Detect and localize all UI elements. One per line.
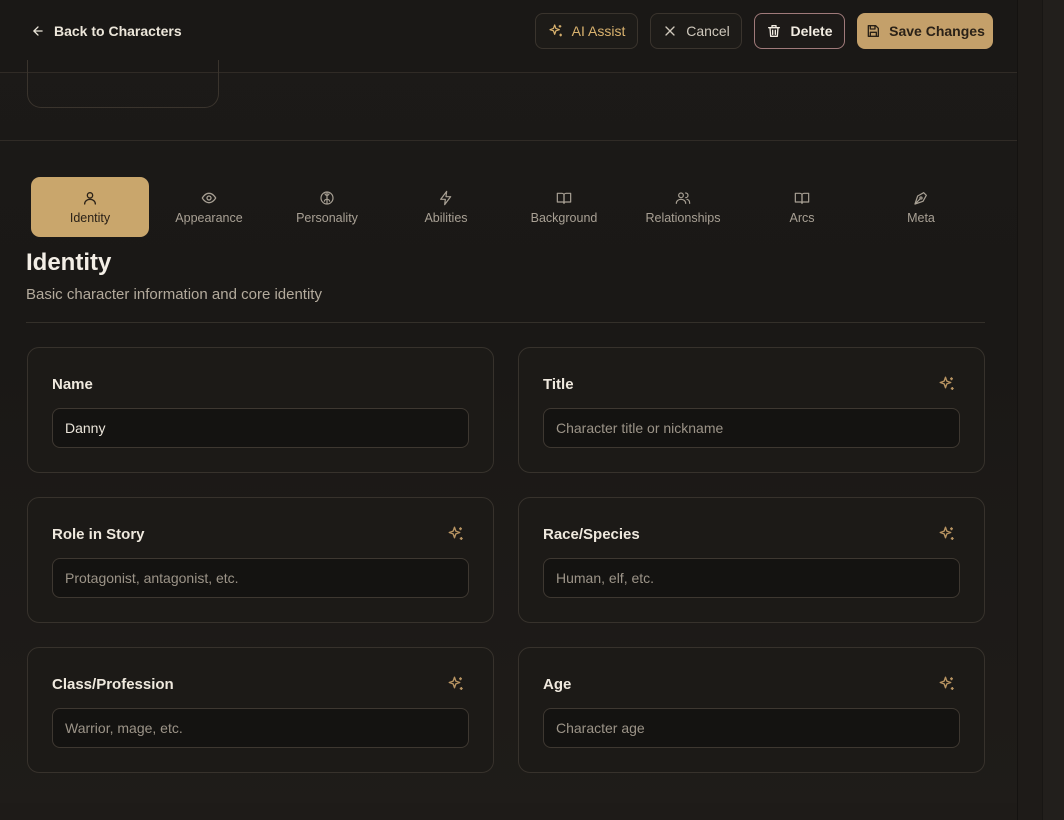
field-card-class: Class/Profession xyxy=(27,647,494,773)
tab-identity[interactable]: Identity xyxy=(31,177,149,237)
close-icon xyxy=(665,26,675,36)
field-label: Title xyxy=(543,376,574,393)
ai-assist-label: AI Assist xyxy=(571,23,626,39)
users-icon xyxy=(675,191,691,204)
cancel-button[interactable]: Cancel xyxy=(650,13,742,49)
ai-assist-button[interactable]: AI Assist xyxy=(535,13,638,49)
tab-abilities[interactable]: Abilities xyxy=(387,177,505,237)
heading-divider xyxy=(26,322,985,323)
tab-label: Relationships xyxy=(645,210,721,225)
sparkle-icon[interactable] xyxy=(447,675,465,693)
field-card-title: Title xyxy=(518,347,985,473)
field-label: Age xyxy=(543,676,572,693)
sparkle-icon[interactable] xyxy=(447,525,465,543)
section-divider xyxy=(0,140,1017,141)
role-input[interactable] xyxy=(52,558,469,598)
sparkle-icon[interactable] xyxy=(938,525,956,543)
brain-icon xyxy=(320,190,334,205)
cancel-label: Cancel xyxy=(686,23,730,39)
tab-personality[interactable]: Personality xyxy=(268,177,386,237)
tab-arcs[interactable]: Arcs xyxy=(743,177,861,237)
section-title: Identity xyxy=(26,249,112,276)
tab-label: Abilities xyxy=(424,210,468,225)
book-open-icon xyxy=(556,192,572,204)
class-profession-input[interactable] xyxy=(52,708,469,748)
sparkle-icon[interactable] xyxy=(938,375,956,393)
save-changes-button[interactable]: Save Changes xyxy=(857,13,993,49)
save-icon xyxy=(867,25,880,37)
back-to-characters-link[interactable]: Back to Characters xyxy=(31,21,182,41)
eye-icon xyxy=(201,192,217,203)
field-label: Role in Story xyxy=(52,526,145,543)
name-input[interactable] xyxy=(52,408,469,448)
section-subtitle: Basic character information and core ide… xyxy=(26,286,322,303)
save-changes-label: Save Changes xyxy=(889,23,985,39)
tab-appearance[interactable]: Appearance xyxy=(150,177,268,237)
field-card-role: Role in Story xyxy=(27,497,494,623)
sparkle-icon xyxy=(549,24,562,37)
tab-relationships[interactable]: Relationships xyxy=(624,177,742,237)
title-input[interactable] xyxy=(543,408,960,448)
back-label: Back to Characters xyxy=(54,23,182,39)
field-card-name: Name xyxy=(27,347,494,473)
delete-label: Delete xyxy=(790,23,833,39)
portrait-card xyxy=(27,60,219,108)
tab-background[interactable]: Background xyxy=(505,177,623,237)
tab-label: Appearance xyxy=(175,210,243,225)
side-panel-edge xyxy=(1017,0,1064,820)
tab-meta[interactable]: Meta xyxy=(862,177,980,237)
field-label: Name xyxy=(52,376,93,393)
bottom-edge xyxy=(0,803,1017,820)
character-editor-page: Back to Characters AI Assist Cancel Dele… xyxy=(0,0,1017,820)
trash-icon xyxy=(768,25,781,37)
scrollbar-track[interactable] xyxy=(1042,0,1064,820)
book-open-icon xyxy=(794,192,810,204)
tab-label: Arcs xyxy=(789,210,815,225)
field-card-age: Age xyxy=(518,647,985,773)
tab-label: Meta xyxy=(907,210,935,225)
lightning-icon xyxy=(440,190,452,205)
race-species-input[interactable] xyxy=(543,558,960,598)
age-input[interactable] xyxy=(543,708,960,748)
field-label: Class/Profession xyxy=(52,676,174,693)
sparkle-icon[interactable] xyxy=(938,675,956,693)
user-icon xyxy=(84,191,96,205)
tab-label: Background xyxy=(530,210,598,225)
field-label: Race/Species xyxy=(543,526,640,543)
pen-nib-icon xyxy=(914,191,927,205)
tab-label: Identity xyxy=(69,210,111,225)
delete-button[interactable]: Delete xyxy=(754,13,845,49)
arrow-left-icon xyxy=(33,26,43,36)
tab-label: Personality xyxy=(296,210,358,225)
field-card-race: Race/Species xyxy=(518,497,985,623)
